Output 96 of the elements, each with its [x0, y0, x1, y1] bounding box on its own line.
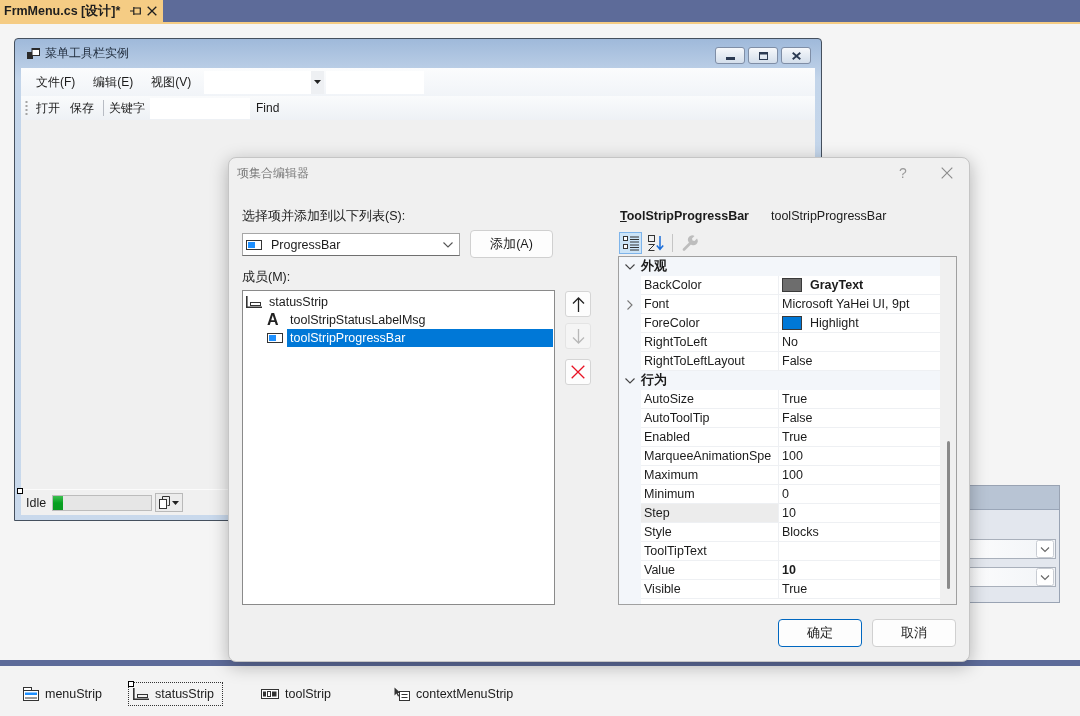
window-title: 菜单工具栏实例 [45, 45, 129, 62]
window-icon [27, 48, 40, 59]
property-name[interactable]: AutoSize [641, 390, 779, 409]
chevron-down-icon[interactable] [625, 377, 635, 384]
property-value[interactable]: Highlight [810, 316, 859, 330]
tray-item[interactable]: contextMenuStrip [389, 682, 523, 706]
property-value[interactable]: 100 [782, 449, 803, 463]
caret-icon[interactable] [314, 80, 322, 84]
property-value[interactable]: Blocks [782, 525, 819, 539]
pages-icon [159, 496, 171, 509]
add-button[interactable]: 添加(A) [470, 230, 553, 258]
property-value[interactable]: Microsoft YaHei UI, 9pt [782, 297, 910, 311]
toolbar-button[interactable]: 保存 [65, 98, 99, 118]
dialog-title: 项集合编辑器 [237, 164, 309, 182]
property-name[interactable]: Enabled [641, 428, 779, 447]
split-button[interactable] [155, 493, 184, 512]
grip-icon[interactable] [25, 100, 28, 116]
tree-item[interactable]: toolStripProgressBar [287, 329, 553, 347]
letter-a-icon: A [267, 312, 279, 328]
scrollbar-thumb[interactable] [946, 441, 950, 589]
property-name[interactable]: BackColor [641, 276, 779, 295]
tree-item[interactable]: toolStripStatusLabelMsg [287, 311, 553, 329]
type-dropdown[interactable]: ProgressBar [242, 233, 460, 256]
pin-icon[interactable] [130, 6, 142, 16]
move-up-button[interactable] [565, 291, 591, 317]
field-label: 选择项并添加到以下列表(S): [242, 208, 406, 224]
object-type: ToolStripProgressBar [620, 208, 749, 224]
property-name[interactable]: ForeColor [641, 314, 779, 333]
property-name[interactable]: RightToLeft [641, 333, 779, 352]
status-bar-icon [133, 688, 149, 700]
tray-item[interactable]: menuStrip [18, 682, 111, 706]
document-tab[interactable]: FrmMenu.cs [设计]* [0, 0, 164, 22]
field-label: 成员(M): [242, 269, 291, 285]
property-value[interactable]: No [782, 335, 798, 349]
toolbar-button[interactable]: 打开 [31, 98, 65, 118]
property-value[interactable]: 10 [782, 563, 796, 577]
progress-bar-icon [246, 239, 262, 250]
close-button[interactable] [781, 47, 811, 64]
property-value[interactable]: 10 [782, 506, 796, 520]
property-name[interactable]: Visible [641, 580, 779, 599]
property-value[interactable]: 100 [782, 468, 803, 482]
menu-item[interactable]: 编辑(E) [84, 72, 143, 92]
chevron-right-icon[interactable] [627, 299, 633, 310]
resize-handle-icon[interactable] [128, 681, 134, 687]
property-name[interactable]: Step [641, 504, 779, 523]
menu-item[interactable]: 视图(V) [142, 72, 201, 92]
menu-icon [23, 687, 39, 701]
property-value[interactable]: False [782, 411, 813, 425]
close-icon [941, 167, 953, 179]
minimize-button[interactable] [715, 47, 745, 64]
toolbar-button[interactable]: Find [251, 98, 285, 118]
tree-item[interactable]: statusStrip [266, 293, 553, 311]
categorized-icon [622, 234, 639, 251]
sort-down-icon [647, 234, 664, 251]
property-name[interactable]: Font [641, 295, 779, 314]
wrench-icon [681, 234, 698, 251]
cross-icon [571, 365, 585, 379]
caret-icon[interactable] [172, 500, 180, 505]
close-icon [791, 51, 801, 60]
ok-button[interactable]: 确定 [778, 619, 862, 647]
tray-item[interactable]: statusStrip [128, 682, 224, 706]
toolbar-label: 关键字 [108, 99, 146, 117]
property-name[interactable]: ToolTipText [641, 542, 779, 561]
property-name[interactable]: Style [641, 523, 779, 542]
members-list[interactable]: statusStrip A toolStripStatusLabelMsg toolStripProgressBar [242, 290, 555, 605]
property-name[interactable]: MarqueeAnimationSpe [641, 447, 779, 466]
property-name[interactable]: Maximum [641, 466, 779, 485]
category-label: 外观 [641, 258, 667, 275]
progress-bar-icon [267, 333, 283, 343]
object-name: toolStripProgressBar [771, 208, 887, 224]
tray-item[interactable]: toolStrip [256, 682, 340, 706]
maximize-icon [758, 51, 768, 60]
status-label: Idle [26, 495, 47, 510]
down-arrow-icon [571, 328, 585, 344]
close-icon[interactable] [147, 6, 158, 16]
menu-item[interactable]: 文件(F) [27, 72, 85, 92]
property-value[interactable]: True [782, 582, 808, 596]
cancel-button[interactable]: 取消 [872, 619, 956, 647]
toolbar-icon [261, 689, 279, 699]
chevron-down-icon[interactable] [443, 241, 453, 248]
property-value[interactable]: False [782, 354, 813, 368]
context-menu-icon [394, 687, 410, 701]
property-value[interactable]: True [782, 430, 808, 444]
up-arrow-icon [571, 296, 585, 312]
resize-handle-icon[interactable] [17, 488, 23, 494]
chevron-down-icon[interactable] [625, 263, 635, 270]
property-value[interactable]: True [782, 392, 808, 406]
property-name[interactable]: AutoToolTip [641, 409, 779, 428]
status-bar-icon [246, 296, 262, 308]
categorized-button[interactable] [619, 231, 642, 254]
property-value[interactable]: GrayText [810, 278, 864, 292]
category-label: 行为 [641, 372, 667, 389]
delete-button[interactable] [565, 359, 591, 385]
maximize-button[interactable] [748, 47, 778, 64]
property-name[interactable]: Value [641, 561, 779, 580]
property-value[interactable]: 0 [782, 487, 789, 501]
